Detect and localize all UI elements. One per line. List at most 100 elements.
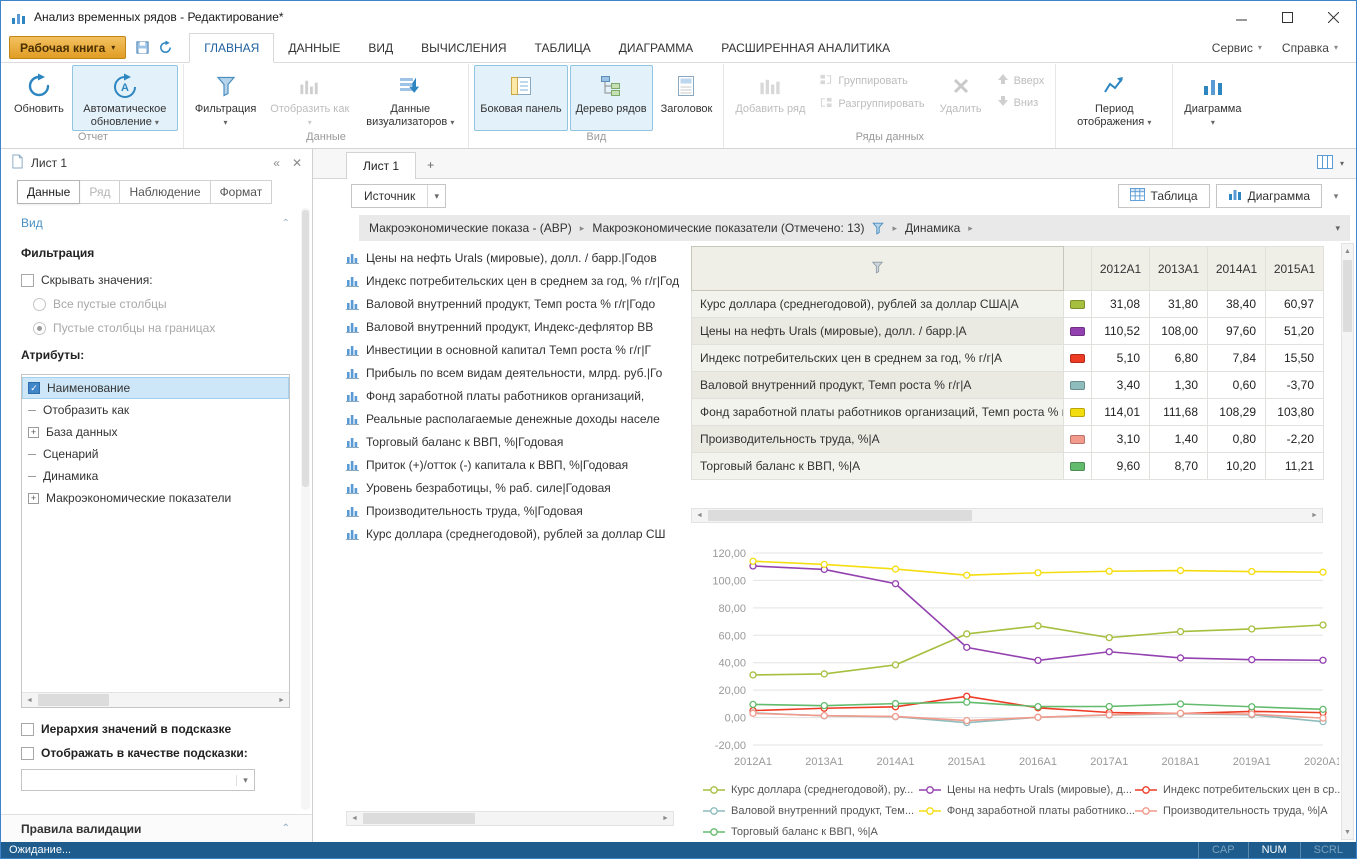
table-row[interactable]: Производительность труда, %|A3,101,400,8… (692, 426, 1324, 453)
content-vscrollbar[interactable]: ▲ ▼ (1341, 243, 1354, 840)
refresh-button[interactable]: Обновить (8, 65, 70, 131)
add-sheet-button[interactable]: + (416, 152, 445, 178)
side-panel-button[interactable]: Боковая панель (474, 65, 567, 131)
hierarchy-tooltip-checkbox[interactable]: Иерархия значений в подсказке (21, 722, 290, 736)
breadcrumb-item[interactable]: Макроэкономические показатели (Отмечено:… (592, 221, 864, 235)
scroll-up-icon[interactable]: ▲ (1342, 244, 1353, 258)
table-column-header[interactable]: 2015A1 (1266, 247, 1324, 291)
scroll-thumb[interactable] (363, 813, 475, 824)
scroll-thumb[interactable] (38, 694, 109, 706)
ribbon-tab[interactable]: РАСШИРЕННАЯ АНАЛИТИКА (707, 33, 904, 62)
visualizer-data-button[interactable]: Данные визуализаторов ▾ (357, 65, 463, 131)
workbook-menu-button[interactable]: Рабочая книга ▾ (9, 36, 126, 59)
series-list-item[interactable]: Уровень безработицы, % раб. силе|Годовая (346, 476, 691, 499)
breadcrumb-item[interactable]: Макроэкономические показа - (АВР) (369, 221, 572, 235)
legend-item[interactable]: Производительность труда, %|A (1135, 805, 1351, 817)
scroll-left-icon[interactable]: ◄ (347, 812, 362, 825)
auto-refresh-button[interactable]: A Автоматическое обновление ▾ (72, 65, 178, 131)
series-list-item[interactable]: Реальные располагаемые денежные доходы н… (346, 407, 691, 430)
collapse-panel-icon[interactable]: « (273, 156, 280, 170)
table-view-button[interactable]: Таблица (1118, 184, 1210, 208)
all-empty-columns-radio[interactable]: Все пустые столбцы (33, 297, 290, 311)
series-list-hscrollbar[interactable]: ◄ ► (346, 811, 674, 826)
series-list-item[interactable]: Валовой внутренний продукт, Индекс-дефля… (346, 315, 691, 338)
scroll-right-icon[interactable]: ► (1307, 509, 1322, 522)
ribbon-tab[interactable]: ВИД (354, 33, 407, 62)
expand-icon[interactable]: + (28, 427, 39, 438)
ribbon-tab[interactable]: ДАННЫЕ (274, 33, 354, 62)
checked-checkbox-icon[interactable]: ✓ (28, 382, 40, 394)
close-button[interactable] (1310, 1, 1356, 33)
panel-tab[interactable]: Формат (210, 180, 273, 204)
table-column-header[interactable]: 2013A1 (1150, 247, 1208, 291)
scroll-left-icon[interactable]: ◄ (22, 693, 37, 707)
table-row[interactable]: Валовой внутренний продукт, Темп роста %… (692, 372, 1324, 399)
section-validation-rules[interactable]: Правила валидации ⌃ (1, 814, 312, 842)
table-row[interactable]: Торговый баланс к ВВП, %|A9,608,7010,201… (692, 453, 1324, 480)
series-list-item[interactable]: Валовой внутренний продукт, Темп роста %… (346, 292, 691, 315)
table-column-header[interactable]: 2012A1 (1092, 247, 1150, 291)
title-button[interactable]: Заголовок (655, 65, 719, 131)
scroll-thumb[interactable] (1343, 260, 1352, 332)
source-button[interactable]: Источник ▾ (351, 184, 446, 208)
table-row[interactable]: Цены на нефть Urals (мировые), долл. / б… (692, 318, 1324, 345)
hide-values-checkbox[interactable]: Скрывать значения: (21, 273, 290, 287)
attribute-item[interactable]: Динамика (22, 465, 289, 487)
series-list-item[interactable]: Индекс потребительских цен в среднем за … (346, 269, 691, 292)
save-icon[interactable] (131, 36, 154, 59)
scroll-down-icon[interactable]: ▼ (1342, 825, 1353, 839)
chevron-down-icon[interactable]: ▾ (236, 775, 254, 786)
scroll-track[interactable] (362, 812, 658, 825)
table-row[interactable]: Курс доллара (среднегодовой), рублей за … (692, 291, 1324, 318)
panel-tab[interactable]: Данные (17, 180, 80, 204)
service-menu[interactable]: Сервис▾ (1212, 41, 1262, 55)
show-as-tooltip-checkbox[interactable]: Отображать в качестве подсказки: (21, 746, 290, 760)
series-list-item[interactable]: Прибыль по всем видам деятельности, млрд… (346, 361, 691, 384)
chart-button[interactable]: Диаграмма▾ (1178, 65, 1247, 131)
filter-button[interactable]: Фильтрация▾ (189, 65, 262, 131)
scroll-right-icon[interactable]: ► (274, 693, 289, 707)
scroll-left-icon[interactable]: ◄ (692, 509, 707, 522)
scroll-thumb[interactable] (302, 210, 309, 487)
ribbon-tab[interactable]: ВЫЧИСЛЕНИЯ (407, 33, 520, 62)
chevron-down-icon[interactable]: ▾ (1340, 159, 1344, 168)
table-row[interactable]: Индекс потребительских цен в среднем за … (692, 345, 1324, 372)
scroll-track[interactable] (37, 693, 274, 707)
legend-item[interactable]: Торговый баланс к ВВП, %|A (703, 826, 919, 838)
attribute-list-hscrollbar[interactable]: ◄ ► (22, 692, 289, 707)
series-list-item[interactable]: Курс доллара (среднегодовой), рублей за … (346, 522, 691, 545)
attribute-item[interactable]: +Макроэкономические показатели (22, 487, 289, 509)
scroll-thumb[interactable] (708, 510, 972, 521)
refresh-small-icon[interactable] (154, 36, 177, 59)
series-list-item[interactable]: Инвестиции в основной капитал Темп роста… (346, 338, 691, 361)
legend-item[interactable]: Индекс потребительских цен в ср... (1135, 784, 1351, 796)
ribbon-tab[interactable]: ГЛАВНАЯ (189, 33, 274, 63)
section-view-header[interactable]: Вид ⌃ (21, 212, 290, 238)
series-list-item[interactable]: Фонд заработной платы работников организ… (346, 384, 691, 407)
table-corner-header[interactable] (692, 247, 1064, 291)
attribute-item[interactable]: +База данных (22, 421, 289, 443)
breadcrumb-item[interactable]: Динамика (905, 221, 960, 235)
expand-icon[interactable]: + (28, 493, 39, 504)
edge-empty-columns-radio[interactable]: Пустые столбцы на границах (33, 321, 290, 335)
legend-item[interactable]: Валовой внутренний продукт, Тем... (703, 805, 919, 817)
legend-item[interactable]: Фонд заработной платы работнико... (919, 805, 1135, 817)
table-hscrollbar[interactable]: ◄ ► (691, 508, 1323, 523)
tooltip-combobox[interactable]: ▾ (21, 769, 255, 791)
ribbon-tab[interactable]: ТАБЛИЦА (521, 33, 605, 62)
panel-scrollbar[interactable] (301, 208, 310, 810)
series-list-item[interactable]: Цены на нефть Urals (мировые), долл. / б… (346, 246, 691, 269)
series-tree-button[interactable]: Дерево рядов (570, 65, 653, 131)
ribbon-tab[interactable]: ДИАГРАММА (605, 33, 707, 62)
table-row[interactable]: Фонд заработной платы работников организ… (692, 399, 1324, 426)
sheet-tab[interactable]: Лист 1 (346, 152, 416, 179)
scroll-track[interactable] (1342, 258, 1353, 825)
minimize-button[interactable] (1218, 1, 1264, 33)
legend-item[interactable]: Цены на нефть Urals (мировые), д... (919, 784, 1135, 796)
chevron-down-icon[interactable]: ▾ (427, 185, 445, 207)
series-list-item[interactable]: Производительность труда, %|Годовая (346, 499, 691, 522)
panel-tab[interactable]: Наблюдение (119, 180, 210, 204)
scroll-track[interactable] (707, 509, 1307, 522)
filter-icon[interactable] (871, 263, 884, 277)
attribute-item[interactable]: ✓Наименование (22, 377, 289, 399)
